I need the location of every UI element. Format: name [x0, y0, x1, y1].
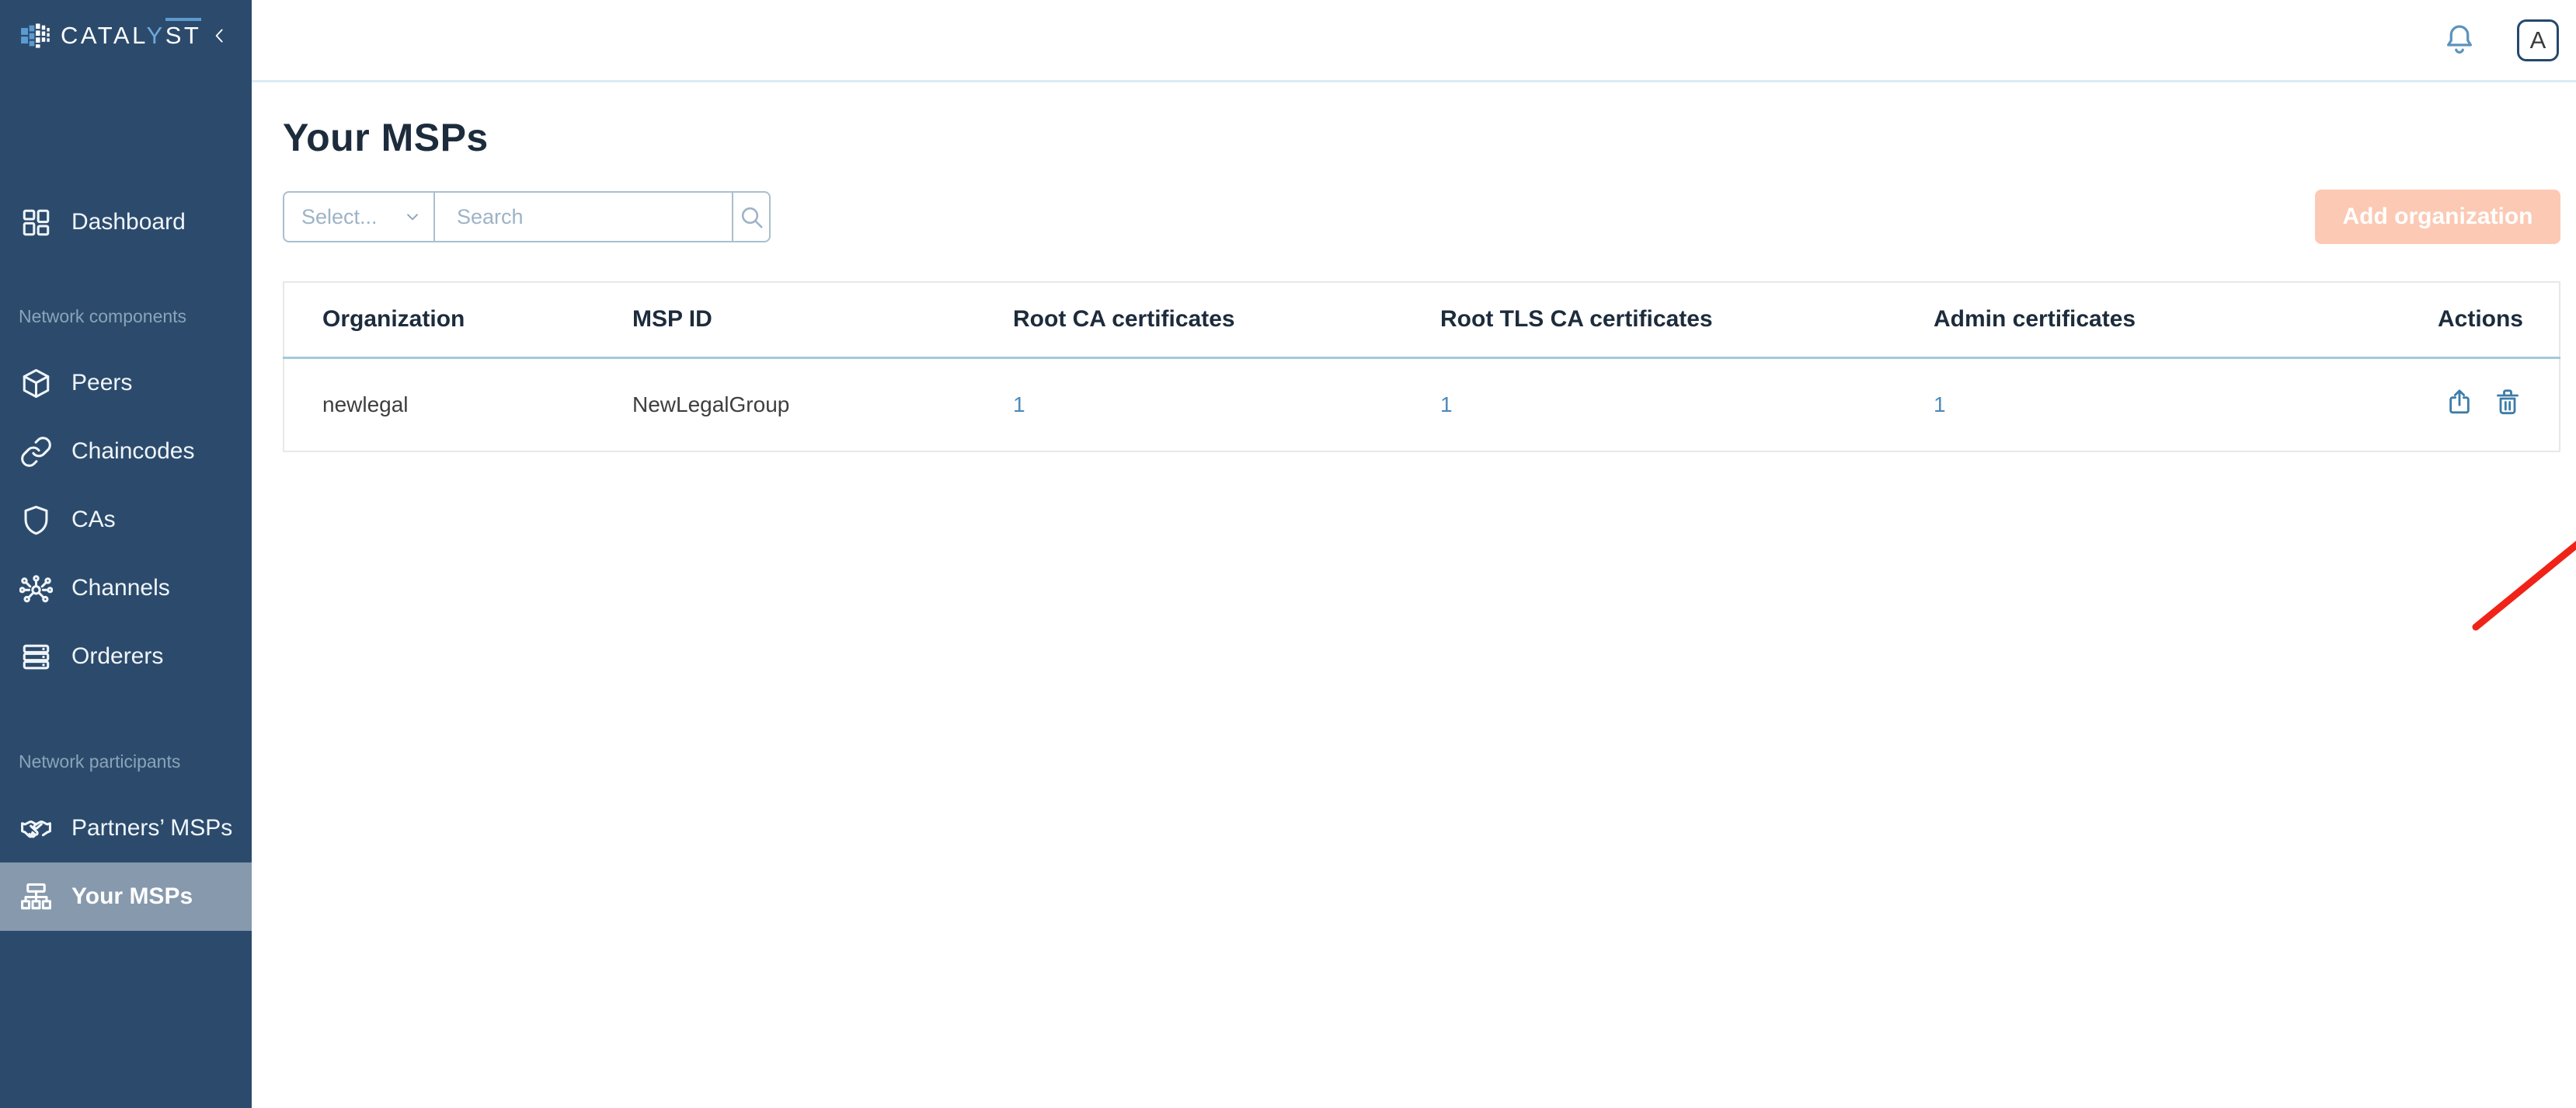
bell-icon: [2442, 22, 2477, 57]
sidebar-item-label: Channels: [71, 575, 170, 601]
add-organization-button[interactable]: Add organization: [2315, 190, 2560, 244]
cell-msp-id: NewLegalGroup: [632, 357, 1013, 451]
sidebar-item-your-msps[interactable]: Your MSPs: [0, 862, 252, 931]
sidebar-item-orderers[interactable]: Orderers: [0, 622, 252, 691]
search-input[interactable]: [435, 193, 732, 241]
shield-icon: [19, 503, 53, 537]
avatar[interactable]: A: [2517, 19, 2559, 61]
server-stack-icon: [19, 640, 53, 674]
chevron-left-icon: [210, 26, 230, 46]
sidebar-section-network-components: Network components: [19, 306, 252, 327]
brand-wordmark: CATALYST: [61, 22, 201, 50]
chain-link-icon: [19, 435, 53, 469]
sidebar-item-channels[interactable]: Channels: [0, 554, 252, 622]
annotation-arrow: [2456, 426, 2576, 643]
sidebar-item-label: Partners’ MSPs: [71, 815, 232, 841]
handshake-icon: [19, 812, 53, 845]
cube-icon: [19, 367, 53, 400]
sidebar-item-label: Dashboard: [71, 209, 186, 235]
delete-msp-button[interactable]: [2492, 386, 2523, 417]
logo-row: CATALYST: [0, 0, 252, 71]
sidebar-item-cas[interactable]: CAs: [0, 486, 252, 554]
filter-select[interactable]: Select...: [283, 191, 433, 242]
sidebar-item-chaincodes[interactable]: Chaincodes: [0, 417, 252, 486]
network-hub-icon: [19, 572, 53, 605]
column-header-actions: Actions: [2365, 282, 2560, 357]
column-header-organization: Organization: [284, 282, 632, 357]
page-title: Your MSPs: [283, 115, 2560, 160]
sidebar-item-partners-msps[interactable]: Partners’ MSPs: [0, 794, 252, 862]
msp-table: Organization MSP ID Root CA certificates…: [283, 281, 2560, 452]
avatar-letter: A: [2530, 26, 2546, 54]
export-msp-button[interactable]: [2444, 386, 2475, 417]
cell-organization: newlegal: [284, 357, 632, 451]
column-header-msp-id: MSP ID: [632, 282, 1013, 357]
trash-icon: [2492, 386, 2523, 417]
column-header-root-ca: Root CA certificates: [1013, 282, 1440, 357]
dashboard-icon: [19, 206, 53, 239]
filter-controls: Select... Add organization: [283, 190, 2560, 244]
msp-table-wrap: Organization MSP ID Root CA certificates…: [283, 281, 2560, 452]
table-header-row: Organization MSP ID Root CA certificates…: [284, 282, 2560, 357]
root-ca-certificates-link[interactable]: 1: [1013, 392, 1025, 416]
sidebar-item-label: CAs: [71, 507, 116, 533]
sidebar-nav: Dashboard Network components Peers Chain…: [0, 71, 252, 931]
search-icon: [737, 203, 765, 231]
admin-certificates-link[interactable]: 1: [1934, 392, 1946, 416]
export-icon: [2444, 386, 2475, 417]
sidebar-item-dashboard[interactable]: Dashboard: [0, 188, 252, 256]
root-tls-ca-certificates-link[interactable]: 1: [1440, 392, 1453, 416]
content: Your MSPs Select... Add organization: [252, 82, 2576, 452]
table-row: newlegal NewLegalGroup 1 1 1: [284, 357, 2560, 451]
search-button[interactable]: [732, 193, 769, 241]
sidebar-section-network-participants: Network participants: [19, 751, 252, 772]
notifications-button[interactable]: [2441, 22, 2478, 59]
filter-select-value: Select...: [301, 205, 402, 229]
topbar: A: [252, 0, 2576, 82]
sidebar-item-label: Chaincodes: [71, 438, 194, 465]
column-header-admin-certs: Admin certificates: [1934, 282, 2365, 357]
collapse-sidebar-button[interactable]: [207, 23, 233, 49]
column-header-root-tls-ca: Root TLS CA certificates: [1440, 282, 1934, 357]
main-area: A Your MSPs Select...: [252, 0, 2576, 1108]
sidebar-item-label: Your MSPs: [71, 883, 193, 910]
chevron-down-icon: [402, 207, 423, 227]
app-root: CATALYST Dashboard Network components: [0, 0, 2576, 1108]
sidebar: CATALYST Dashboard Network components: [0, 0, 252, 1108]
sidebar-item-label: Peers: [71, 370, 132, 396]
catalyst-logo-icon: [20, 20, 51, 51]
org-chart-icon: [19, 880, 53, 914]
sidebar-item-peers[interactable]: Peers: [0, 349, 252, 417]
row-actions: [2444, 386, 2523, 417]
sidebar-item-label: Orderers: [71, 643, 163, 670]
search-box: [433, 191, 771, 242]
